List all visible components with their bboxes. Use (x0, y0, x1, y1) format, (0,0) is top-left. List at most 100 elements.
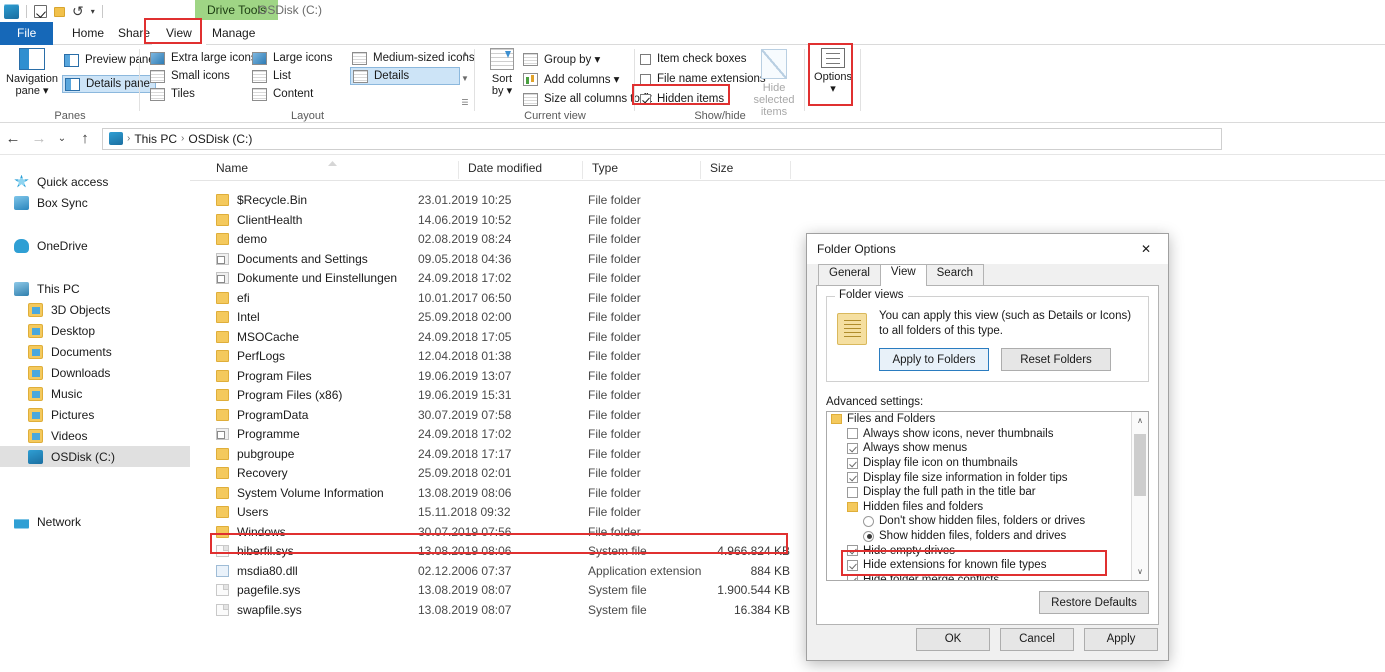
breadcrumb-separator[interactable]: › (127, 133, 130, 144)
breadcrumb-this-pc[interactable]: This PC (134, 132, 177, 146)
properties-checkbox-icon[interactable] (34, 5, 47, 18)
advanced-setting-checkbox[interactable] (847, 458, 858, 469)
advanced-setting-checkbox[interactable] (847, 487, 858, 498)
sidebar-item-videos[interactable]: Videos (0, 425, 190, 446)
file-name-extensions-checkbox[interactable] (640, 74, 651, 85)
advanced-setting-item[interactable]: Hide extensions for known file types (827, 558, 1131, 573)
sidebar-item-osdisk[interactable]: OSDisk (C:) (0, 446, 190, 467)
gallery-down-icon[interactable]: ▼ (461, 74, 469, 83)
size-all-columns-button[interactable]: Size all columns to fit (523, 91, 652, 107)
advanced-setting-checkbox[interactable] (847, 545, 858, 556)
breadcrumb[interactable]: › This PC › OSDisk (C:) (102, 128, 1222, 150)
sort-by-button[interactable]: Sort by ▾ (481, 48, 523, 97)
gallery-more-icon[interactable]: ☰ (461, 98, 468, 107)
scrollbar-thumb[interactable] (1134, 434, 1146, 496)
apply-button[interactable]: Apply (1084, 628, 1158, 651)
table-row[interactable]: pagefile.sys13.08.2019 08:07System file1… (190, 580, 1385, 600)
hidden-items-option[interactable]: Hidden items (640, 91, 724, 107)
table-row[interactable]: efi10.01.2017 06:50File folder (190, 288, 1385, 308)
layout-content[interactable]: Content (250, 85, 318, 103)
table-row[interactable]: swapfile.sys13.08.2019 08:07System file1… (190, 600, 1385, 620)
advanced-setting-item[interactable]: Always show menus (827, 441, 1131, 456)
scroll-up-icon[interactable]: ∧ (1132, 412, 1148, 429)
customize-qat-caret-icon[interactable]: ▾ (91, 3, 95, 20)
sidebar-item-box-sync[interactable]: Box Sync (0, 192, 190, 213)
new-folder-icon[interactable] (54, 7, 65, 17)
table-row[interactable]: Documents and Settings09.05.2018 04:36Fi… (190, 249, 1385, 269)
layout-tiles[interactable]: Tiles (148, 85, 200, 103)
table-row[interactable]: Intel25.09.2018 02:00File folder (190, 307, 1385, 327)
table-row[interactable]: System Volume Information13.08.2019 08:0… (190, 483, 1385, 503)
column-divider-4[interactable] (790, 161, 791, 179)
add-columns-button[interactable]: Add columns ▾ (523, 71, 619, 87)
sidebar-item-quick-access[interactable]: Quick access (0, 171, 190, 192)
layout-gallery-scroll[interactable]: ▲ ▼ ☰ (459, 49, 471, 107)
item-check-boxes-checkbox[interactable] (640, 54, 651, 65)
advanced-setting-checkbox[interactable] (847, 443, 858, 454)
advanced-settings-list[interactable]: Files and FoldersAlways show icons, neve… (826, 411, 1149, 581)
advanced-setting-item[interactable]: Display the full path in the title bar (827, 485, 1131, 500)
layout-details[interactable]: Details (350, 67, 460, 85)
up-button[interactable]: ↑ (72, 130, 98, 147)
advanced-setting-item[interactable]: Display file icon on thumbnails (827, 456, 1131, 471)
restore-defaults-button[interactable]: Restore Defaults (1039, 591, 1149, 614)
sidebar-item-documents[interactable]: Documents (0, 341, 190, 362)
table-row[interactable]: Program Files19.06.2019 13:07File folder (190, 366, 1385, 386)
options-button[interactable]: Options ▾ (805, 48, 861, 95)
ok-button[interactable]: OK (916, 628, 990, 651)
table-row[interactable]: Windows30.07.2019 07:56File folder (190, 522, 1385, 542)
reset-folders-button[interactable]: Reset Folders (1001, 348, 1111, 371)
tab-manage[interactable]: Manage (198, 22, 269, 45)
sidebar-item-this-pc[interactable]: This PC (0, 278, 190, 299)
advanced-setting-radio[interactable] (863, 531, 874, 542)
table-row[interactable]: ClientHealth14.06.2019 10:52File folder (190, 210, 1385, 230)
advanced-setting-item[interactable]: Hidden files and folders (827, 500, 1131, 515)
close-icon[interactable]: ✕ (1124, 235, 1168, 264)
column-header-type[interactable]: Type (592, 161, 618, 175)
back-button[interactable]: ← (0, 130, 26, 147)
table-row[interactable]: Users15.11.2018 09:32File folder (190, 502, 1385, 522)
table-row[interactable]: Dokumente und Einstellungen24.09.2018 17… (190, 268, 1385, 288)
advanced-settings-scrollbar[interactable]: ∧ ∨ (1131, 412, 1148, 580)
table-row[interactable]: PerfLogs12.04.2018 01:38File folder (190, 346, 1385, 366)
recent-locations-button[interactable]: ⌄ (52, 133, 72, 144)
table-row[interactable]: msdia80.dll02.12.2006 07:37Application e… (190, 561, 1385, 581)
table-row[interactable]: Programme24.09.2018 17:02File folder (190, 424, 1385, 444)
advanced-setting-item[interactable]: Always show icons, never thumbnails (827, 427, 1131, 442)
tab-general[interactable]: General (818, 264, 881, 285)
advanced-setting-radio[interactable] (863, 516, 874, 527)
table-row[interactable]: Program Files (x86)19.06.2019 15:31File … (190, 385, 1385, 405)
apply-to-folders-button[interactable]: Apply to Folders (879, 348, 989, 371)
drive-icon[interactable] (4, 4, 19, 19)
tab-view[interactable]: View (880, 264, 927, 286)
table-row[interactable]: demo02.08.2019 08:24File folder (190, 229, 1385, 249)
column-divider-2[interactable] (582, 161, 583, 179)
sidebar-item-desktop[interactable]: Desktop (0, 320, 190, 341)
table-row[interactable]: ProgramData30.07.2019 07:58File folder (190, 405, 1385, 425)
options-caret-icon[interactable]: ▾ (830, 83, 836, 95)
advanced-setting-checkbox[interactable] (847, 574, 858, 581)
table-row[interactable]: $Recycle.Bin23.01.2019 10:25File folder (190, 190, 1385, 210)
column-divider-1[interactable] (458, 161, 459, 179)
breadcrumb-separator-2[interactable]: › (181, 133, 184, 144)
advanced-setting-checkbox[interactable] (847, 472, 858, 483)
advanced-setting-checkbox[interactable] (847, 560, 858, 571)
column-header-name[interactable]: Name (216, 161, 248, 175)
scroll-down-icon[interactable]: ∨ (1132, 563, 1148, 580)
undo-icon[interactable]: ↺ (72, 4, 84, 19)
cancel-button[interactable]: Cancel (1000, 628, 1074, 651)
gallery-up-icon[interactable]: ▲ (461, 49, 469, 58)
advanced-setting-item[interactable]: Don't show hidden files, folders or driv… (827, 514, 1131, 529)
tab-search[interactable]: Search (926, 264, 984, 285)
advanced-setting-item[interactable]: Hide empty drives (827, 543, 1131, 558)
hidden-items-checkbox[interactable] (640, 94, 651, 105)
breadcrumb-osdisk[interactable]: OSDisk (C:) (188, 132, 252, 146)
sidebar-item-3d-objects[interactable]: 3D Objects (0, 299, 190, 320)
column-divider-3[interactable] (700, 161, 701, 179)
layout-extra-large-icons[interactable]: Extra large icons (148, 49, 262, 67)
table-row[interactable]: MSOCache24.09.2018 17:05File folder (190, 327, 1385, 347)
sidebar-item-downloads[interactable]: Downloads (0, 362, 190, 383)
sidebar-item-onedrive[interactable]: OneDrive (0, 235, 190, 256)
advanced-setting-checkbox[interactable] (847, 428, 858, 439)
group-by-button[interactable]: Group by ▾ (523, 51, 600, 67)
